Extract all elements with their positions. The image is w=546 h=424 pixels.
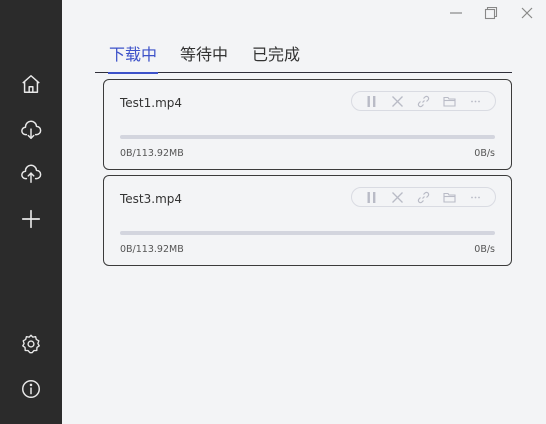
close-icon <box>521 7 533 19</box>
minimize-button[interactable] <box>447 4 465 22</box>
tab-waiting[interactable]: 等待中 <box>179 44 229 72</box>
copy-link-button[interactable] <box>415 189 431 205</box>
pause-icon <box>367 191 375 203</box>
download-speed: 0B/s <box>474 148 495 159</box>
minimize-icon <box>450 12 462 14</box>
sidebar <box>0 0 62 424</box>
folder-icon <box>443 192 456 203</box>
pause-button[interactable] <box>363 93 379 109</box>
close-icon <box>391 95 403 107</box>
more-button[interactable] <box>468 189 484 205</box>
progress-bar <box>120 135 495 139</box>
cloud-download-icon <box>21 120 42 139</box>
link-icon <box>417 95 430 107</box>
copy-link-button[interactable] <box>415 93 431 109</box>
download-speed: 0B/s <box>474 244 495 255</box>
delete-button[interactable] <box>389 189 405 205</box>
home-icon <box>22 75 40 93</box>
plus-icon <box>21 209 41 229</box>
close-icon <box>391 191 403 203</box>
download-item: Test3.mp4 0B/113.92MB 0B/s <box>103 175 512 266</box>
tab-completed[interactable]: 已完成 <box>251 44 301 72</box>
gear-icon <box>22 334 40 354</box>
action-group <box>351 187 496 207</box>
restore-button[interactable] <box>482 4 500 22</box>
home-button[interactable] <box>17 70 45 98</box>
progress-bar <box>120 231 495 235</box>
action-group <box>351 91 496 111</box>
download-item: Test1.mp4 0B/113.92MB 0B/s <box>103 79 512 170</box>
file-size: 0B/113.92MB <box>120 244 184 255</box>
open-folder-button[interactable] <box>442 93 458 109</box>
upload-button[interactable] <box>17 160 45 188</box>
close-button[interactable] <box>518 4 536 22</box>
download-button[interactable] <box>17 116 45 144</box>
info-button[interactable] <box>17 375 45 403</box>
folder-icon <box>443 96 456 107</box>
file-size: 0B/113.92MB <box>120 148 184 159</box>
link-icon <box>417 191 430 203</box>
pause-icon <box>367 95 375 107</box>
more-icon <box>471 196 481 198</box>
file-name: Test1.mp4 <box>120 96 183 110</box>
tab-bar: 下载中 等待中 已完成 <box>95 44 512 74</box>
more-button[interactable] <box>468 93 484 109</box>
cloud-upload-icon <box>21 164 42 183</box>
open-folder-button[interactable] <box>442 189 458 205</box>
delete-button[interactable] <box>389 93 405 109</box>
settings-button[interactable] <box>17 330 45 358</box>
info-icon <box>22 380 40 398</box>
pause-button[interactable] <box>363 189 379 205</box>
tab-downloading[interactable]: 下载中 <box>108 44 158 74</box>
file-name: Test3.mp4 <box>120 192 183 206</box>
add-button[interactable] <box>17 205 45 233</box>
more-icon <box>471 100 481 102</box>
restore-icon <box>484 6 498 20</box>
